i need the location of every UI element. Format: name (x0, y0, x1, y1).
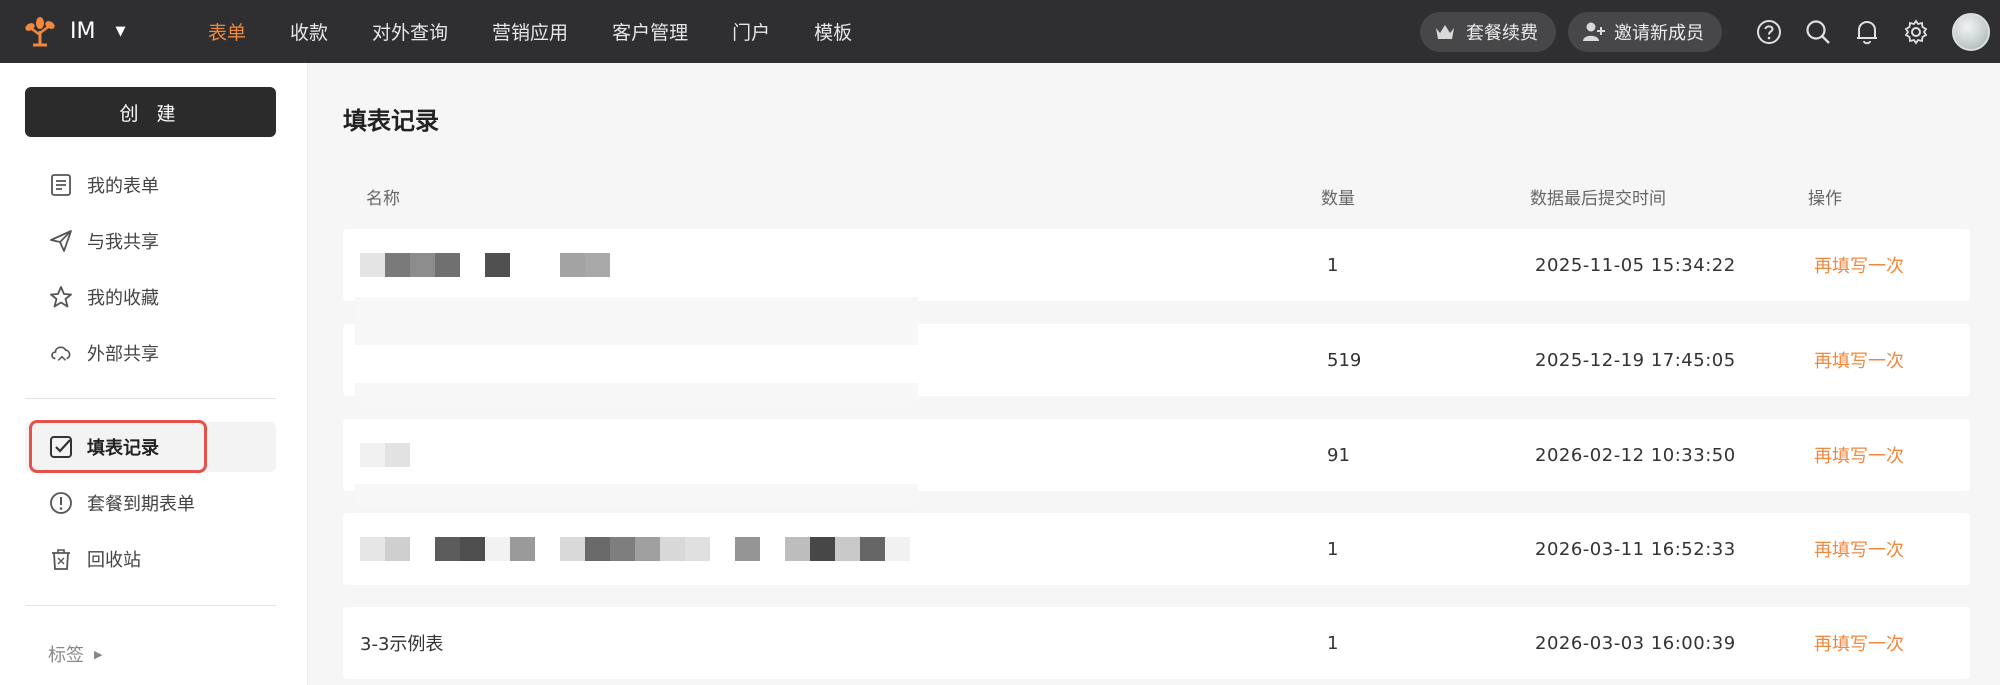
create-button[interactable]: 创 建 (25, 87, 276, 137)
sidebar-divider (25, 398, 276, 399)
nav-item-external-query[interactable]: 对外查询 (372, 18, 448, 45)
sidebar-item-label: 填表记录 (87, 438, 159, 459)
fill-again-link[interactable]: 再填写一次 (1814, 419, 1904, 491)
bell-icon[interactable] (1853, 18, 1881, 46)
gear-icon[interactable] (1902, 18, 1930, 46)
help-icon[interactable] (1755, 18, 1783, 46)
row-last-submit-time: 2025-11-05 15:34:22 (1535, 254, 1736, 276)
fill-again-link[interactable]: 再填写一次 (1814, 607, 1904, 679)
table-row[interactable]: 3-3示例表 1 2026-03-03 16:00:39 再填写一次 (343, 607, 1970, 679)
sidebar-item-label: 与我共享 (87, 232, 159, 253)
invite-member-label: 邀请新成员 (1614, 22, 1704, 44)
row-count: 519 (1327, 349, 1362, 371)
redaction-overlay (355, 321, 918, 345)
pixelated-text (360, 443, 435, 467)
row-last-submit-time: 2026-03-03 16:00:39 (1535, 632, 1736, 654)
sidebar-item-expired-plan-forms[interactable]: 套餐到期表单 (25, 478, 276, 528)
caret-right-icon: ▶ (94, 647, 103, 661)
pixelated-text (360, 253, 610, 277)
sidebar-item-label: 我的表单 (87, 176, 159, 197)
top-tools: 套餐续费 邀请新成员 (1420, 0, 2000, 63)
workspace-name: IM (70, 19, 96, 44)
sidebar-item-shared-with-me[interactable]: 与我共享 (25, 216, 276, 266)
row-last-submit-time: 2026-02-12 10:33:50 (1535, 444, 1736, 466)
search-icon[interactable] (1804, 18, 1832, 46)
crown-icon (1434, 20, 1458, 44)
fill-again-link[interactable]: 再填写一次 (1814, 513, 1904, 585)
user-avatar[interactable] (1952, 12, 1990, 51)
column-header-name: 名称 (366, 189, 400, 209)
alert-icon (49, 491, 73, 515)
star-icon (49, 285, 73, 309)
fill-again-link[interactable]: 再填写一次 (1814, 229, 1904, 301)
row-name-redacted (360, 229, 610, 301)
caret-down-icon: ▼ (115, 24, 126, 39)
document-icon (49, 173, 73, 197)
renew-plan-button[interactable]: 套餐续费 (1420, 11, 1556, 52)
column-header-count: 数量 (1321, 189, 1355, 209)
row-count: 1 (1327, 632, 1339, 654)
sidebar-divider (25, 605, 276, 606)
send-icon (49, 229, 73, 253)
cloud-share-icon (49, 341, 73, 365)
redaction-overlay (355, 383, 918, 407)
tree-logo-icon (22, 14, 58, 50)
sidebar-item-external-share[interactable]: 外部共享 (25, 328, 276, 378)
table-row[interactable]: 1 2025-11-05 15:34:22 再填写一次 (343, 229, 1970, 301)
workspace-switcher[interactable]: IM ▼ (22, 14, 194, 50)
table-row[interactable]: 1 2026-03-11 16:52:33 再填写一次 (343, 513, 1970, 585)
sidebar-item-recycle-bin[interactable]: 回收站 (25, 534, 276, 584)
nav-item-payments[interactable]: 收款 (290, 18, 328, 45)
redaction-overlay (355, 297, 918, 321)
column-header-action: 操作 (1808, 189, 1842, 209)
row-name: 3-3示例表 (360, 634, 444, 655)
nav-item-marketing[interactable]: 营销应用 (492, 18, 568, 45)
row-name-redacted (360, 513, 910, 585)
row-count: 1 (1327, 538, 1339, 560)
redaction-overlay (355, 484, 918, 508)
sidebar-item-label: 套餐到期表单 (87, 494, 195, 515)
tags-label: 标签 (48, 645, 84, 666)
sidebar-item-fill-records[interactable]: 填表记录 (25, 422, 276, 472)
fill-again-link[interactable]: 再填写一次 (1814, 324, 1904, 396)
row-count: 1 (1327, 254, 1339, 276)
row-last-submit-time: 2025-12-19 17:45:05 (1535, 349, 1736, 371)
sidebar-item-favorites[interactable]: 我的收藏 (25, 272, 276, 322)
renew-plan-label: 套餐续费 (1466, 22, 1538, 44)
sidebar: 创 建 我的表单 与我共享 我的收藏 外部共享 填表记录 套餐到期表单 回收站 … (0, 63, 308, 685)
nav-item-customers[interactable]: 客户管理 (612, 18, 688, 45)
column-header-last-submit-time: 数据最后提交时间 (1530, 189, 1666, 209)
row-count: 91 (1327, 444, 1350, 466)
tags-toggle[interactable]: 标签 ▶ (48, 641, 102, 667)
nav-item-forms[interactable]: 表单 (208, 18, 246, 45)
pixelated-text (360, 537, 910, 561)
nav-item-templates[interactable]: 模板 (814, 18, 852, 45)
nav-item-portal[interactable]: 门户 (732, 18, 770, 45)
sidebar-item-my-forms[interactable]: 我的表单 (25, 160, 276, 210)
invite-member-button[interactable]: 邀请新成员 (1568, 11, 1722, 52)
add-user-icon (1582, 20, 1606, 44)
sidebar-item-label: 我的收藏 (87, 288, 159, 309)
page-title: 填表记录 (343, 107, 439, 135)
row-last-submit-time: 2026-03-11 16:52:33 (1535, 538, 1736, 560)
sidebar-item-label: 回收站 (87, 550, 141, 571)
row-name-redacted (360, 419, 435, 491)
trash-icon (49, 547, 73, 571)
checkbox-icon (49, 435, 73, 459)
sidebar-item-label: 外部共享 (87, 344, 159, 365)
table-row[interactable]: 91 2026-02-12 10:33:50 再填写一次 (343, 419, 1970, 491)
main-nav: 表单 收款 对外查询 营销应用 客户管理 门户 模板 (208, 18, 896, 45)
top-bar: IM ▼ 表单 收款 对外查询 营销应用 客户管理 门户 模板 套餐续费 邀请新… (0, 0, 2000, 63)
